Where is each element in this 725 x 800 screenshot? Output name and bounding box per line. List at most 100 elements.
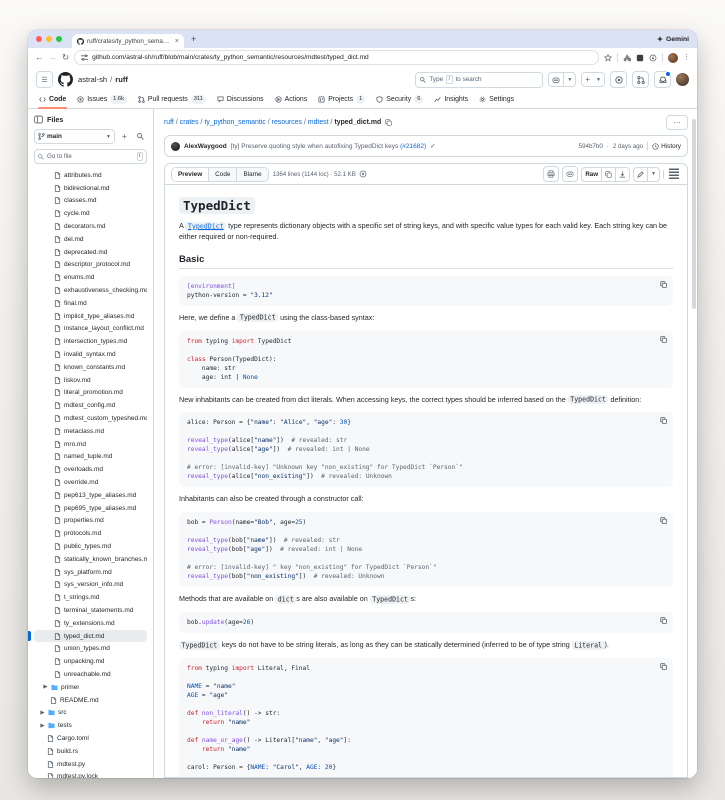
issues-header-button[interactable] [610,71,627,88]
tree-file-ty_extensions.md[interactable]: ty_extensions.md [34,617,147,630]
branch-selector[interactable]: main ▼ [34,129,115,144]
tree-file-implicit_type_aliases.md[interactable]: implicit_type_aliases.md [34,310,147,323]
zoom-window-button[interactable] [56,36,62,42]
browser-menu-icon[interactable]: ⋮ [683,54,690,61]
pr-link[interactable]: (#21682) [400,143,426,150]
commit-author-avatar[interactable] [171,142,180,151]
tree-file-mro.md[interactable]: mro.md [34,438,147,451]
breadcrumb-link[interactable]: ruff [164,119,174,126]
copilot-button-group[interactable]: ▼ [548,72,576,87]
copy-code-button[interactable] [660,617,667,624]
nav-tab-actions[interactable]: Actions [270,91,313,108]
close-window-button[interactable] [36,36,42,42]
tree-file-mdtest_custom_typeshed.md[interactable]: mdtest_custom_typeshed.md [34,412,147,425]
tree-file-public_types.md[interactable]: public_types.md [34,540,147,553]
tree-file-deprecated.md[interactable]: deprecated.md [34,246,147,259]
view-tab-code[interactable]: Code [209,168,237,181]
tree-file-protocols.md[interactable]: protocols.md [34,527,147,540]
org-link[interactable]: astral-sh [78,75,107,84]
tree-file-enums.md[interactable]: enums.md [34,271,147,284]
tree-file-named_tuple.md[interactable]: named_tuple.md [34,451,147,464]
tree-file-metaclass.md[interactable]: metaclass.md [34,425,147,438]
tree-file-t_strings.md[interactable]: t_strings.md [34,591,147,604]
copy-code-button[interactable] [660,336,667,343]
bookmark-star-icon[interactable] [604,54,612,62]
tree-file-unreachable.md[interactable]: unreachable.md [34,668,147,681]
history-button[interactable]: History [652,143,681,150]
tree-file-unpacking.md[interactable]: unpacking.md [34,655,147,668]
nav-tab-projects[interactable]: Projects1 [313,91,370,108]
global-search-input[interactable]: Type / to search [415,72,543,88]
chevron-down-icon[interactable]: ▼ [648,168,659,181]
hamburger-menu-button[interactable]: ☰ [36,71,53,88]
tree-file-bidirectional.md[interactable]: bidirectional.md [34,182,147,195]
back-button[interactable]: ← [35,53,44,62]
nav-tab-pull-requests[interactable]: Pull requests311 [133,91,211,108]
tree-file-mdtest.py.lock[interactable]: mdtest.py.lock [34,770,147,778]
close-tab-icon[interactable]: × [175,38,179,45]
minimize-window-button[interactable] [46,36,52,42]
chevron-down-icon[interactable]: ▼ [564,73,575,86]
tree-file-exhaustiveness_checking.md[interactable]: exhaustiveness_checking.md [34,284,147,297]
tree-file-decorators.md[interactable]: decorators.md [34,220,147,233]
view-tab-blame[interactable]: Blame [237,168,267,181]
nav-tab-discussions[interactable]: Discussions [212,91,269,108]
tree-file-cycle.md[interactable]: cycle.md [34,207,147,220]
tree-file-build.rs[interactable]: build.rs [34,745,147,758]
copy-code-button[interactable] [660,517,667,524]
copy-code-button[interactable] [660,281,667,288]
file-more-options-button[interactable]: ⋯ [666,115,688,130]
tree-folder-primer[interactable]: ▶primer [34,681,147,694]
add-file-button[interactable]: + [118,130,131,143]
tree-file-overloads.md[interactable]: overloads.md [34,463,147,476]
forward-button[interactable]: → [49,53,58,62]
tree-file-override.md[interactable]: override.md [34,476,147,489]
address-bar[interactable]: github.com/astral-sh/ruff/blob/main/crat… [74,50,599,65]
copy-file-button[interactable] [602,168,615,181]
commit-message[interactable]: [ty] Preserve quoting style when autofix… [231,143,426,150]
tree-folder-src[interactable]: ▶src [34,706,147,719]
collapse-sidebar-icon[interactable] [34,115,43,124]
tree-file-liskov.md[interactable]: liskov.md [34,374,147,387]
outline-button[interactable]: ≣ [667,167,681,181]
tree-file-final.md[interactable]: final.md [34,297,147,310]
copy-path-icon[interactable] [385,119,392,126]
tree-file-classes.md[interactable]: classes.md [34,195,147,208]
reload-button[interactable]: ↻ [62,53,69,62]
notifications-button[interactable] [654,71,671,88]
nav-tab-issues[interactable]: Issues1.6k [72,91,132,108]
tree-file-Cargo.toml[interactable]: Cargo.toml [34,732,147,745]
nav-tab-settings[interactable]: Settings [474,91,519,108]
tree-file-properties.md[interactable]: properties.md [34,515,147,528]
tree-file-descriptor_protocol.md[interactable]: descriptor_protocol.md [34,259,147,272]
tree-folder-tests[interactable]: ▶tests [34,719,147,732]
pull-requests-header-button[interactable] [632,71,649,88]
download-button[interactable] [616,168,629,181]
tree-file-mdtest.py[interactable]: mdtest.py [34,758,147,771]
breadcrumb-link[interactable]: ty_python_semantic [204,119,265,126]
tree-file-literal_promotion.md[interactable]: literal_promotion.md [34,387,147,400]
tree-file-terminal_statements.md[interactable]: terminal_statements.md [34,604,147,617]
user-avatar[interactable] [676,73,689,86]
commit-sha[interactable]: 594b7b0 [579,143,603,150]
site-settings-icon[interactable] [81,54,88,61]
repo-link[interactable]: ruff [115,75,128,84]
raw-button[interactable]: Raw [582,168,601,181]
nav-tab-code[interactable]: Code [34,91,71,108]
breadcrumb-link[interactable]: mdtest [308,119,329,126]
commit-check-icon[interactable]: ✓ [430,142,435,150]
inline-code-link[interactable]: TypedDict [185,221,226,230]
tree-file-del.md[interactable]: del.md [34,233,147,246]
breadcrumb-link[interactable]: resources [272,119,302,126]
tree-file-known_constants.md[interactable]: known_constants.md [34,361,147,374]
tree-file-mdtest_config.md[interactable]: mdtest_config.md [34,399,147,412]
nav-tab-insights[interactable]: Insights [429,91,473,108]
view-tab-preview[interactable]: Preview [172,168,209,181]
new-tab-button[interactable]: + [191,35,196,44]
copy-code-button[interactable] [660,663,667,670]
commit-author[interactable]: AlexWaygood [184,143,227,150]
breadcrumb-link[interactable]: crates [180,119,199,126]
print-button[interactable] [543,166,559,182]
extensions-grid-icon[interactable] [636,54,644,62]
copy-code-button[interactable] [660,417,667,424]
